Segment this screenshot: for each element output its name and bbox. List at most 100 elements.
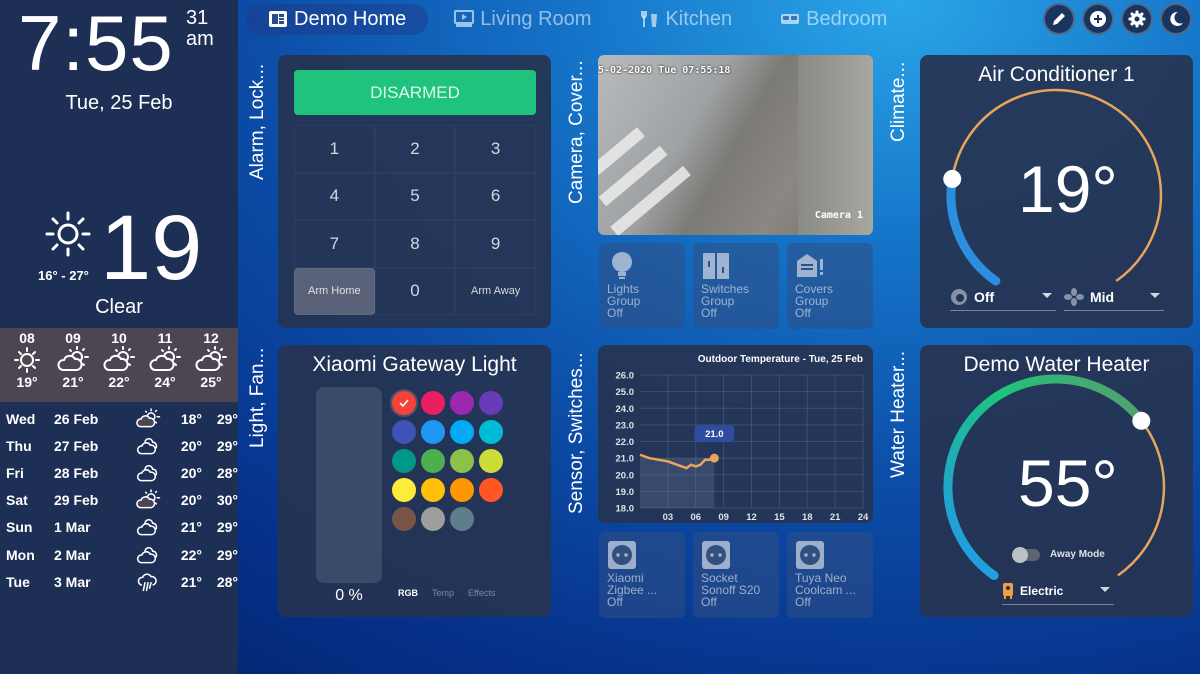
water-heater-card: Demo Water Heater 55° Away Mode Electric xyxy=(920,345,1193,617)
key-2[interactable]: 2 xyxy=(374,125,456,173)
color-swatch[interactable] xyxy=(450,449,474,473)
tab-kitchen[interactable]: Kitchen xyxy=(617,4,754,35)
forecast-row: Thu 27 Feb 20° 29° xyxy=(0,432,238,459)
add-button[interactable] xyxy=(1082,3,1114,35)
color-swatch[interactable] xyxy=(479,391,503,415)
forecast-day: Tue xyxy=(6,573,30,590)
forecast-date: 28 Feb xyxy=(54,464,99,481)
color-swatch[interactable] xyxy=(392,391,416,415)
tab-bedroom[interactable]: Bedroom xyxy=(758,4,909,35)
toolbar xyxy=(1043,3,1192,35)
dial-handle[interactable] xyxy=(1132,411,1151,430)
temp-range: 16° - 27° xyxy=(38,268,89,283)
color-swatch[interactable] xyxy=(392,449,416,473)
tab-demo-home[interactable]: Demo Home xyxy=(246,3,429,35)
key-8[interactable]: 8 xyxy=(374,220,456,268)
tile-state: Off xyxy=(701,306,717,320)
tab-living-room[interactable]: Living Room xyxy=(432,4,613,35)
color-swatch[interactable] xyxy=(479,478,503,502)
night-mode-button[interactable] xyxy=(1160,3,1192,35)
color-swatch[interactable] xyxy=(392,507,416,531)
switches-group-tile[interactable]: Switches Group Off xyxy=(693,243,779,329)
key-6[interactable]: 6 xyxy=(455,172,536,220)
forecast-high: 28° xyxy=(216,573,238,590)
edit-button[interactable] xyxy=(1043,3,1075,35)
utensils-icon xyxy=(641,11,658,27)
fan-mode-dropdown[interactable]: Mid xyxy=(1064,283,1164,311)
alarm-state-button[interactable]: DISARMED xyxy=(294,70,536,115)
hourly-item: 11 24° xyxy=(143,330,187,400)
socket-tile[interactable]: Xiaomi Zigbee ... Off xyxy=(599,532,685,618)
color-swatch[interactable] xyxy=(421,449,445,473)
forecast-high: 29° xyxy=(216,410,238,427)
color-swatch[interactable] xyxy=(392,478,416,502)
color-swatch[interactable] xyxy=(479,420,503,444)
key-arm-away[interactable]: Arm Away xyxy=(455,267,536,315)
rain-icon xyxy=(137,573,157,591)
hourly-item: 10 22° xyxy=(97,330,141,400)
gear-icon xyxy=(1128,10,1146,28)
y-tick-label: 19.0 xyxy=(616,487,635,498)
socket-tile[interactable]: Tuya Neo Coolcam ... Off xyxy=(787,532,873,618)
lights-group-tile[interactable]: Lights Group Off xyxy=(599,243,685,329)
color-swatch[interactable] xyxy=(450,507,474,531)
key-5[interactable]: 5 xyxy=(374,172,456,220)
tile-state: Off xyxy=(607,595,623,609)
tile-state: Off xyxy=(795,595,811,609)
current-temperature: 19 xyxy=(100,197,203,299)
socket-icon xyxy=(796,541,824,569)
dial-handle[interactable] xyxy=(943,169,962,188)
key-0[interactable]: 0 xyxy=(374,267,456,315)
color-swatch[interactable] xyxy=(450,420,474,444)
x-tick-label: 21 xyxy=(830,512,841,523)
partly-cloudy-icon xyxy=(103,346,135,371)
y-tick-label: 21.0 xyxy=(616,454,635,465)
key-arm-home[interactable]: Arm Home xyxy=(294,267,375,315)
color-swatch[interactable] xyxy=(392,420,416,444)
key-7[interactable]: 7 xyxy=(294,220,375,268)
climate-target-temp: 19° xyxy=(1018,152,1118,226)
key-4[interactable]: 4 xyxy=(294,172,375,220)
x-tick-label: 06 xyxy=(690,512,701,523)
forecast-high: 29° xyxy=(216,437,238,454)
tab-temp[interactable]: Temp xyxy=(432,588,454,598)
away-mode-label: Away Mode xyxy=(1050,549,1105,560)
color-swatch[interactable] xyxy=(421,478,445,502)
color-swatch[interactable] xyxy=(421,507,445,531)
hvac-mode-dropdown[interactable]: Off xyxy=(950,283,1056,311)
view-tabs: Demo Home Living Room Kitchen Bedroom xyxy=(246,3,913,35)
brightness-slider[interactable] xyxy=(316,387,382,583)
tab-rgb[interactable]: RGB xyxy=(398,588,418,598)
tile-state: Off xyxy=(701,595,717,609)
data-point[interactable] xyxy=(709,453,719,463)
color-swatch[interactable] xyxy=(450,391,474,415)
key-3[interactable]: 3 xyxy=(455,125,536,173)
settings-button[interactable] xyxy=(1121,3,1153,35)
key-1[interactable]: 1 xyxy=(294,125,375,173)
color-swatch[interactable] xyxy=(479,449,503,473)
tab-label: Living Room xyxy=(480,7,592,30)
forecast-day: Fri xyxy=(6,464,24,481)
key-9[interactable]: 9 xyxy=(455,220,536,268)
covers-group-tile[interactable]: Covers Group Off xyxy=(787,243,873,329)
clock-ampm: am xyxy=(186,28,214,50)
socket-tile[interactable]: Socket Sonoff S20 Off xyxy=(693,532,779,618)
hour-label: 10 xyxy=(111,330,127,346)
tab-effects[interactable]: Effects xyxy=(468,588,495,598)
operation-mode-dropdown[interactable]: Electric xyxy=(1002,577,1114,605)
tab-label: Bedroom xyxy=(806,7,888,30)
hour-temp: 24° xyxy=(154,374,176,390)
section-label-climate: Climate... xyxy=(888,61,909,142)
color-swatch[interactable] xyxy=(421,391,445,415)
alarm-panel-card: DISARMED 1 2 3 4 5 6 7 8 9 Arm Home 0 Arm Away xyxy=(278,55,551,328)
away-mode-toggle[interactable] xyxy=(1012,547,1040,563)
hour-label: 09 xyxy=(65,330,81,346)
sidebar: 7:55 31 am Tue, 25 Feb 16° - 27° 19 Clea… xyxy=(0,0,238,674)
forecast-day: Thu xyxy=(6,437,32,454)
camera-feed[interactable]: 5-02-2020 Tue 07:55:18 Camera 1 xyxy=(598,55,873,235)
color-swatch[interactable] xyxy=(421,420,445,444)
y-tick-label: 25.0 xyxy=(616,387,635,398)
forecast-low: 20° xyxy=(180,437,202,454)
camera-wall xyxy=(798,55,873,235)
color-swatch[interactable] xyxy=(450,478,474,502)
